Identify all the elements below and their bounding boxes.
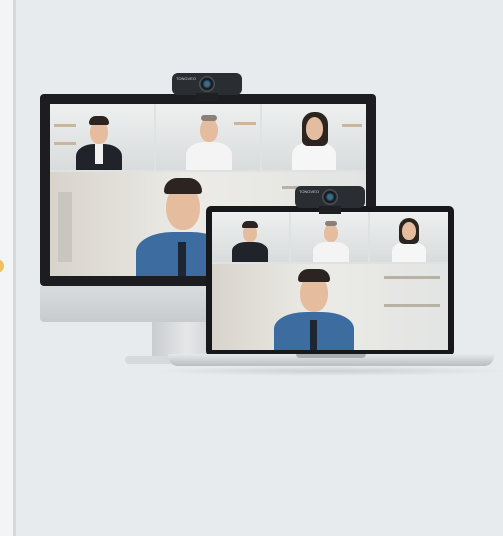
video-tile-participant-1: [212, 212, 289, 262]
video-tile-speaker: [212, 264, 448, 350]
laptop-shadow: [150, 366, 503, 376]
video-tile-participant-3: [370, 212, 448, 262]
video-tile-participant-2: [291, 212, 368, 262]
webcam-brand-label: TONGVEO: [299, 189, 319, 194]
webcam-brand-label: TONGVEO: [176, 76, 196, 81]
video-tile-participant-3: [262, 104, 366, 170]
laptop: [206, 206, 454, 356]
webcam-laptop: TONGVEO: [295, 186, 365, 214]
laptop-notch: [296, 354, 366, 358]
camera-lens-icon: [199, 76, 215, 92]
laptop-video-call-display: [212, 212, 448, 350]
video-tile-participant-2: [156, 104, 260, 170]
webcam-monitor: TONGVEO: [172, 73, 242, 101]
video-tile-participant-1: [50, 104, 154, 170]
camera-lens-icon: [322, 189, 338, 205]
